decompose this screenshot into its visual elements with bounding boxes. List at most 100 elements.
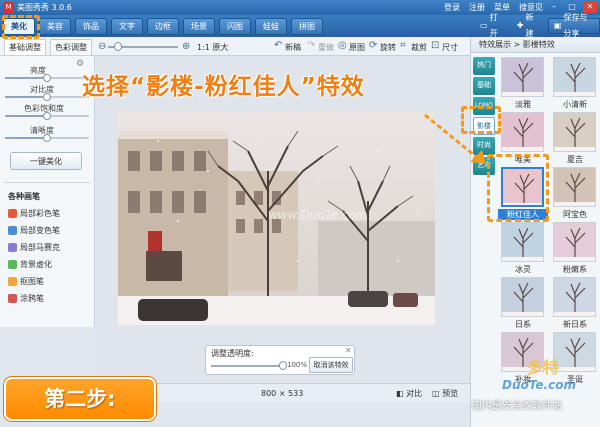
compare-label: 对比	[406, 389, 423, 398]
zoom-out-icon[interactable]: ⊖	[98, 41, 106, 52]
tree-icon	[502, 282, 543, 316]
nav-tab-scene[interactable]: 场景	[183, 18, 215, 35]
transparency-slider[interactable]	[211, 365, 283, 367]
zoom-slider-thumb[interactable]	[114, 42, 122, 51]
save-share-button[interactable]: ▣ 保存与分享	[547, 13, 600, 38]
photo-watermark: www.DuoTe.com	[268, 208, 367, 222]
main-nav: 美化 美容 饰品 文字 边框 场景 闪图 娃娃 拼图 ▭ 打开 ✚ 新建 ▣ 保存与分…	[0, 13, 600, 38]
saturation-slider[interactable]	[5, 112, 89, 120]
brightness-slider[interactable]	[5, 74, 89, 82]
open-button[interactable]: ▭ 打开	[475, 13, 506, 38]
register-link[interactable]: 注册	[469, 2, 485, 13]
effect-label: 淡雅	[515, 100, 531, 109]
effect-thumb[interactable]	[553, 222, 596, 262]
effect-label: 日系	[515, 320, 531, 329]
mosaic-icon	[8, 243, 17, 252]
brush-cutout[interactable]: 抠图笔	[8, 276, 44, 287]
contrast-slider[interactable]	[5, 93, 89, 101]
nav-tab-cosmetic[interactable]: 美容	[39, 18, 71, 35]
crop-icon[interactable]: ⌗	[400, 40, 406, 51]
nav-tab-text[interactable]: 文字	[111, 18, 143, 35]
rotate-icon[interactable]: ⟳	[369, 40, 377, 51]
contrast-label: 对比度	[30, 85, 54, 94]
effect-thumb[interactable]	[501, 112, 544, 152]
nav-tab-flash[interactable]: 闪图	[219, 18, 251, 35]
watermark-url: DuoTe.com	[502, 378, 576, 392]
tree-icon	[554, 282, 595, 316]
one-click-beautify-button[interactable]: 一键美化	[10, 152, 82, 170]
brush-label: 局部彩色笔	[20, 209, 60, 218]
resize-icon[interactable]: ⊡	[431, 40, 439, 51]
rotate-button[interactable]: 旋转	[380, 42, 396, 53]
preview-button[interactable]: ◫ 预览	[432, 388, 458, 399]
instruction-title: 选择“影楼-粉红佳人”特效	[82, 74, 365, 100]
compare-icon: ◧	[396, 389, 404, 398]
effect-thumb[interactable]	[553, 112, 596, 152]
undo-icon[interactable]: ↶	[274, 40, 282, 51]
folder-icon: ▭	[480, 21, 488, 30]
preview-icon: ◫	[432, 389, 440, 398]
tab-color-adjust[interactable]: 色彩调整	[50, 39, 92, 55]
redo-button[interactable]: 重做	[318, 42, 334, 53]
new-button[interactable]: ✚ 新建	[512, 13, 542, 38]
original-button[interactable]: 原图	[349, 42, 365, 53]
transparency-label: 调整透明度:	[211, 349, 254, 358]
redo-icon[interactable]: ↷	[307, 40, 315, 51]
edited-photo[interactable]: www.DuoTe.com	[118, 111, 435, 325]
sharpness-slider[interactable]	[5, 134, 89, 142]
minimize-button[interactable]: –	[547, 1, 561, 13]
effects-header: 特效展示 > 影楼特效	[471, 37, 600, 53]
brush-background-blur[interactable]: 背景虚化	[8, 259, 52, 270]
brightness-thumb[interactable]	[43, 74, 51, 82]
nav-tab-accessories[interactable]: 饰品	[75, 18, 107, 35]
highlight-beautify-tab	[2, 15, 40, 39]
tab-basic-adjust[interactable]: 基础调整	[4, 39, 46, 55]
effect-thumb[interactable]	[501, 277, 544, 317]
contrast-thumb[interactable]	[43, 93, 51, 101]
brush-label: 涂鸦笔	[20, 294, 44, 303]
nav-tabs: 美化 美容 饰品 文字 边框 场景 闪图 娃娃 拼图	[3, 18, 323, 35]
login-link[interactable]: 登录	[444, 2, 460, 13]
close-panel-icon[interactable]: ✕	[345, 346, 352, 355]
sharpness-thumb[interactable]	[43, 134, 51, 142]
nav-tab-frame[interactable]: 边框	[147, 18, 179, 35]
brush-local-recolor[interactable]: 局部变色笔	[8, 225, 60, 236]
undo-button[interactable]: 新稿	[285, 42, 301, 53]
brush-label: 局部变色笔	[20, 226, 60, 235]
tree-icon	[554, 172, 595, 206]
app-icon: M	[3, 2, 14, 13]
nav-tab-doll[interactable]: 娃娃	[255, 18, 287, 35]
zoom-actual-size[interactable]: 1:1 原大	[197, 42, 228, 53]
brushes-title: 各种画笔	[8, 192, 40, 201]
transparency-thumb[interactable]	[279, 361, 287, 370]
cancel-effect-button[interactable]: 取消该特效	[309, 357, 353, 373]
compare-button[interactable]: ◧ 对比	[396, 388, 422, 399]
recolor-brush-icon	[8, 226, 17, 235]
original-icon[interactable]: ◎	[338, 40, 347, 51]
one-click-label: 一键美化	[30, 157, 62, 166]
snowy-street-image: www.DuoTe.com	[118, 111, 435, 325]
side-tab-basic[interactable]: 基础	[473, 77, 495, 95]
effect-thumb[interactable]	[553, 277, 596, 317]
plus-icon: ✚	[516, 21, 524, 30]
resize-button[interactable]: 尺寸	[442, 42, 458, 53]
saturation-thumb[interactable]	[43, 112, 51, 120]
sharpness-label: 清晰度	[30, 126, 54, 135]
crop-button[interactable]: 裁剪	[411, 42, 427, 53]
side-tab-hot[interactable]: 热门	[473, 57, 495, 75]
effect-thumb[interactable]	[553, 57, 596, 97]
zoom-in-icon[interactable]: ⊕	[182, 41, 190, 52]
tree-icon	[554, 117, 595, 151]
effect-thumb[interactable]	[501, 222, 544, 262]
brush-local-color[interactable]: 局部彩色笔	[8, 208, 60, 219]
brush-label: 抠图笔	[20, 277, 44, 286]
effect-thumb[interactable]	[501, 57, 544, 97]
tree-icon	[554, 62, 595, 96]
effect-label: 新日系	[563, 320, 587, 329]
nav-tab-collage[interactable]: 拼图	[291, 18, 323, 35]
brush-mosaic[interactable]: 局部马赛克	[8, 242, 60, 253]
effect-thumb[interactable]	[553, 167, 596, 207]
site-watermark: 多特 DuoTe.com 国内最安全的软件站	[472, 352, 600, 427]
brush-doodle[interactable]: 涂鸦笔	[8, 293, 44, 304]
save-icon: ▣	[553, 21, 562, 30]
